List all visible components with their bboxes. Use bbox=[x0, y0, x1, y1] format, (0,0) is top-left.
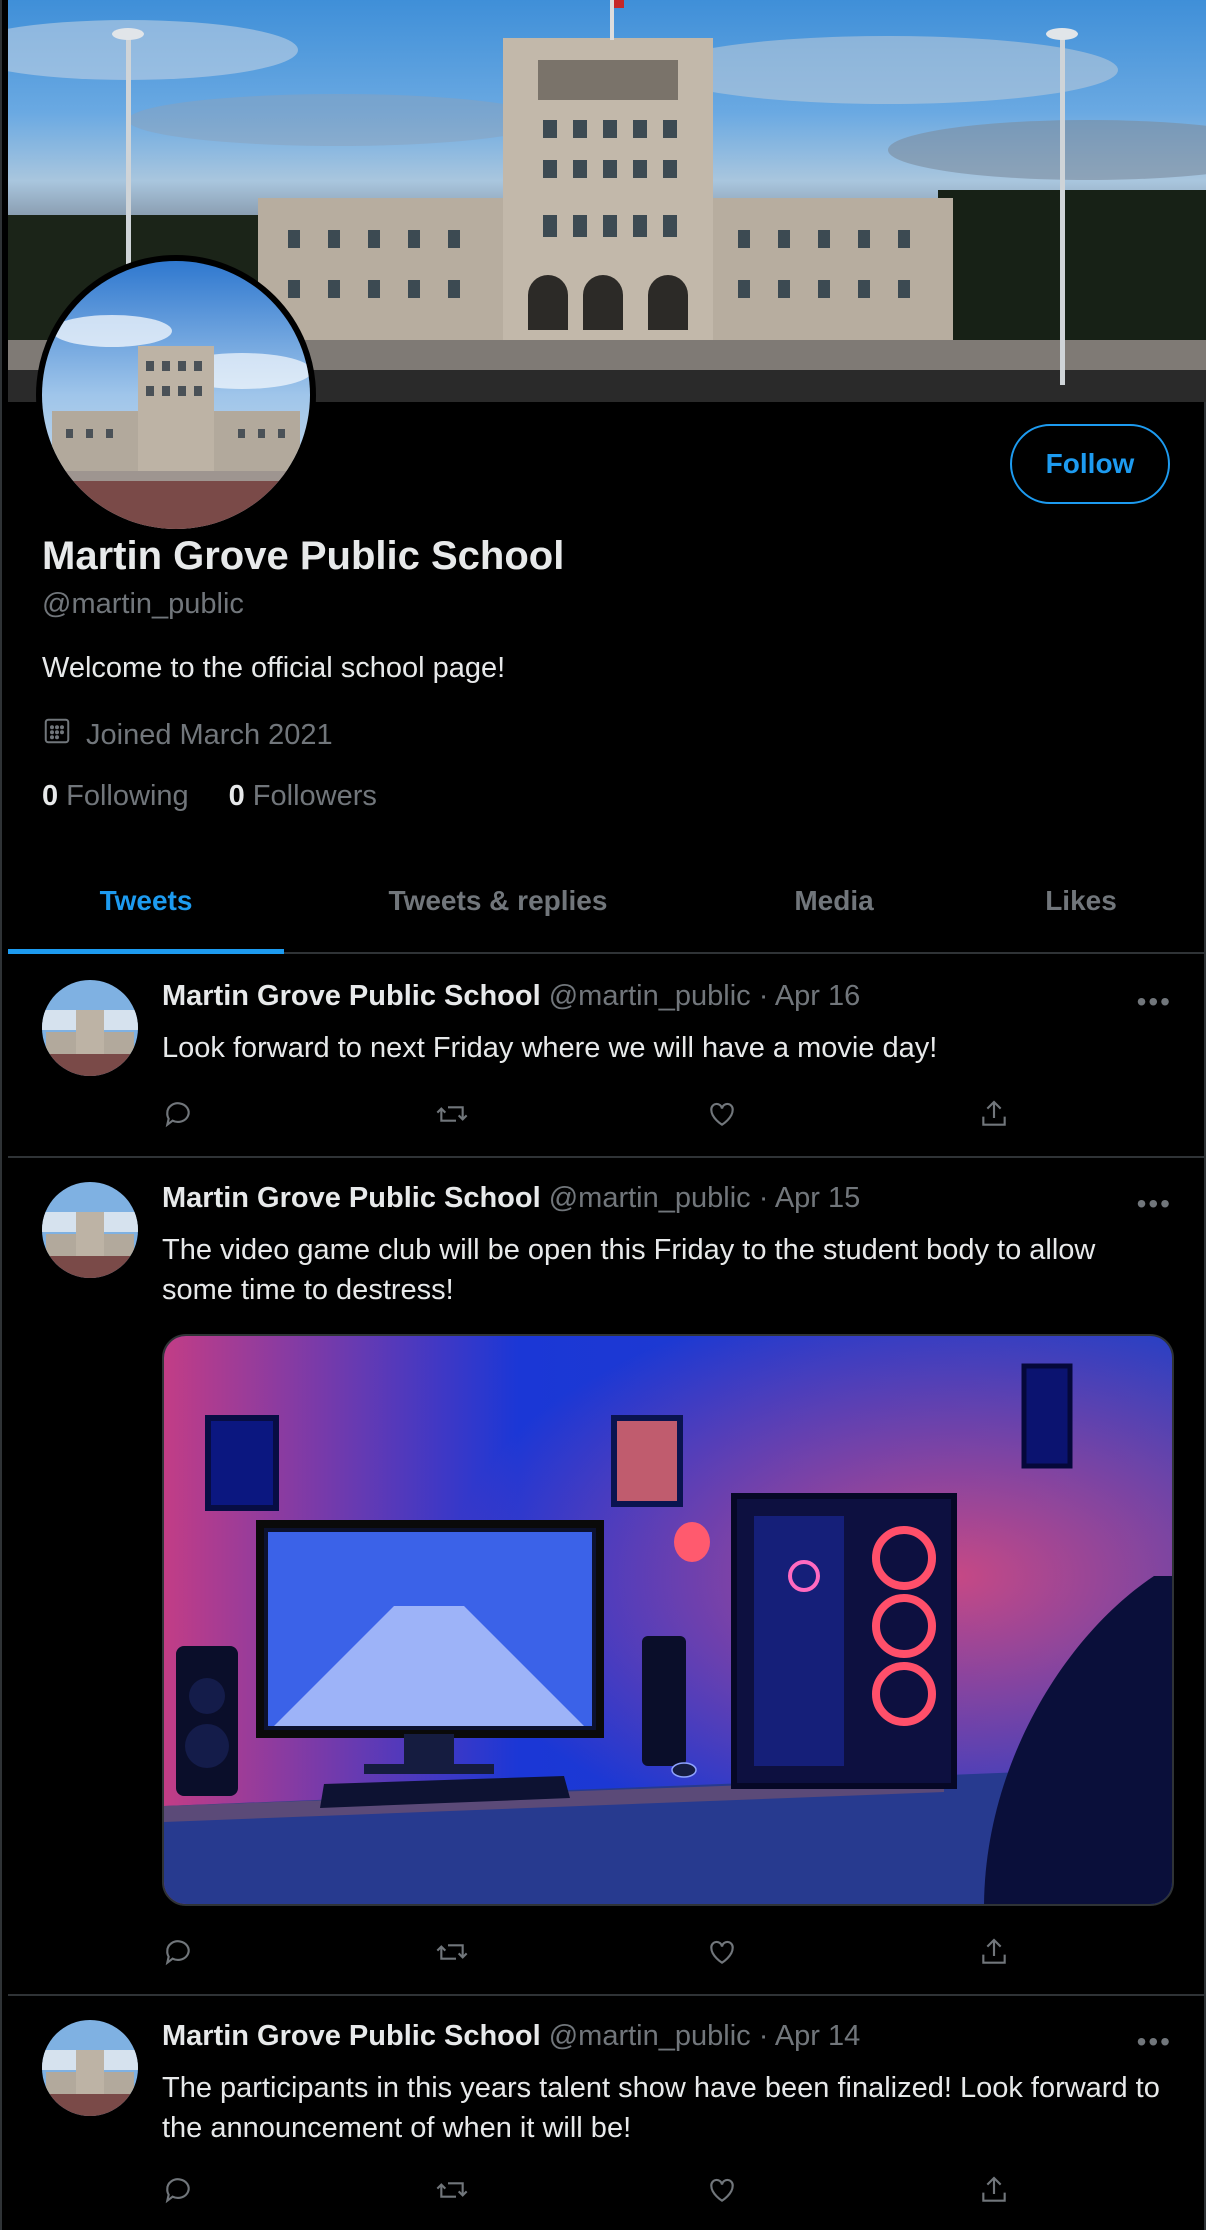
profile-handle: @martin_public bbox=[42, 588, 244, 620]
tweet-author-name[interactable]: Martin Grove Public School bbox=[162, 980, 541, 1012]
more-icon[interactable]: ••• bbox=[1137, 2026, 1172, 2058]
profile-tabs: Tweets Tweets & replies Media Likes bbox=[8, 850, 1206, 954]
tweet-meta: @martin_public · Apr 15 bbox=[548, 1182, 861, 1214]
tweet-header: Martin Grove Public School @martin_publi… bbox=[162, 1182, 860, 1215]
tweet-text: Look forward to next Friday where we wil… bbox=[162, 1032, 938, 1064]
tweet-meta: @martin_public · Apr 14 bbox=[548, 2020, 861, 2052]
profile-name: Martin Grove Public School bbox=[42, 534, 565, 578]
tweet-actions bbox=[162, 1094, 1206, 1134]
retweet-icon[interactable] bbox=[434, 1094, 706, 1134]
tweet-media-image[interactable] bbox=[162, 1334, 1174, 1906]
share-icon[interactable] bbox=[978, 2170, 1206, 2210]
share-icon[interactable] bbox=[978, 1932, 1206, 1972]
calendar-icon bbox=[42, 716, 72, 754]
tab-tweets[interactable]: Tweets bbox=[8, 850, 284, 954]
more-icon[interactable]: ••• bbox=[1137, 1188, 1172, 1220]
followers-link[interactable]: 0 Followers bbox=[229, 780, 377, 813]
profile-bio: Welcome to the official school page! bbox=[42, 652, 506, 684]
tweet-author-name[interactable]: Martin Grove Public School bbox=[162, 1182, 541, 1214]
tweet-avatar[interactable] bbox=[42, 2020, 138, 2116]
tweet-actions bbox=[162, 2170, 1206, 2210]
tweet-item[interactable]: Martin Grove Public School @martin_publi… bbox=[8, 956, 1206, 1158]
reply-icon[interactable] bbox=[162, 2170, 434, 2210]
joined-date: Joined March 2021 bbox=[42, 716, 333, 754]
like-icon[interactable] bbox=[706, 2170, 978, 2210]
follow-stats: 0 Following 0 Followers bbox=[42, 780, 377, 813]
tweet-item[interactable]: Martin Grove Public School @martin_publi… bbox=[8, 1158, 1206, 1996]
tweet-text: The video game club will be open this Fr… bbox=[162, 1234, 1096, 1306]
more-icon[interactable]: ••• bbox=[1137, 986, 1172, 1018]
tweet-actions bbox=[162, 1932, 1206, 1972]
tweet-header: Martin Grove Public School @martin_publi… bbox=[162, 980, 860, 1013]
tweet-meta: @martin_public · Apr 16 bbox=[548, 980, 861, 1012]
like-icon[interactable] bbox=[706, 1932, 978, 1972]
reply-icon[interactable] bbox=[162, 1094, 434, 1134]
tweet-item[interactable]: Martin Grove Public School @martin_publi… bbox=[8, 1996, 1206, 2230]
tab-media[interactable]: Media bbox=[712, 850, 956, 952]
profile-page: Follow Martin Grove Public School @marti… bbox=[0, 0, 1206, 2230]
reply-icon[interactable] bbox=[162, 1932, 434, 1972]
tweet-avatar[interactable] bbox=[42, 980, 138, 1076]
retweet-icon[interactable] bbox=[434, 2170, 706, 2210]
joined-label: Joined March 2021 bbox=[86, 718, 333, 751]
tweet-text: The participants in this years talent sh… bbox=[162, 2072, 1160, 2144]
following-link[interactable]: 0 Following bbox=[42, 780, 189, 813]
tweet-author-name[interactable]: Martin Grove Public School bbox=[162, 2020, 541, 2052]
tab-tweets-replies[interactable]: Tweets & replies bbox=[284, 850, 712, 952]
like-icon[interactable] bbox=[706, 1094, 978, 1134]
follow-button[interactable]: Follow bbox=[1010, 424, 1170, 504]
tweet-avatar[interactable] bbox=[42, 1182, 138, 1278]
tab-likes[interactable]: Likes bbox=[956, 850, 1206, 952]
share-icon[interactable] bbox=[978, 1094, 1206, 1134]
tweet-header: Martin Grove Public School @martin_publi… bbox=[162, 2020, 860, 2053]
retweet-icon[interactable] bbox=[434, 1932, 706, 1972]
profile-avatar[interactable] bbox=[36, 255, 316, 535]
